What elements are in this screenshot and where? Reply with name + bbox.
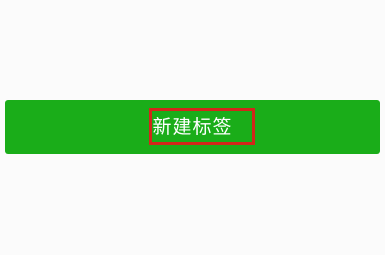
screen: 新建标签 (0, 0, 385, 255)
new-tag-button[interactable]: 新建标签 (5, 100, 380, 154)
new-tag-button-label: 新建标签 (152, 115, 233, 138)
